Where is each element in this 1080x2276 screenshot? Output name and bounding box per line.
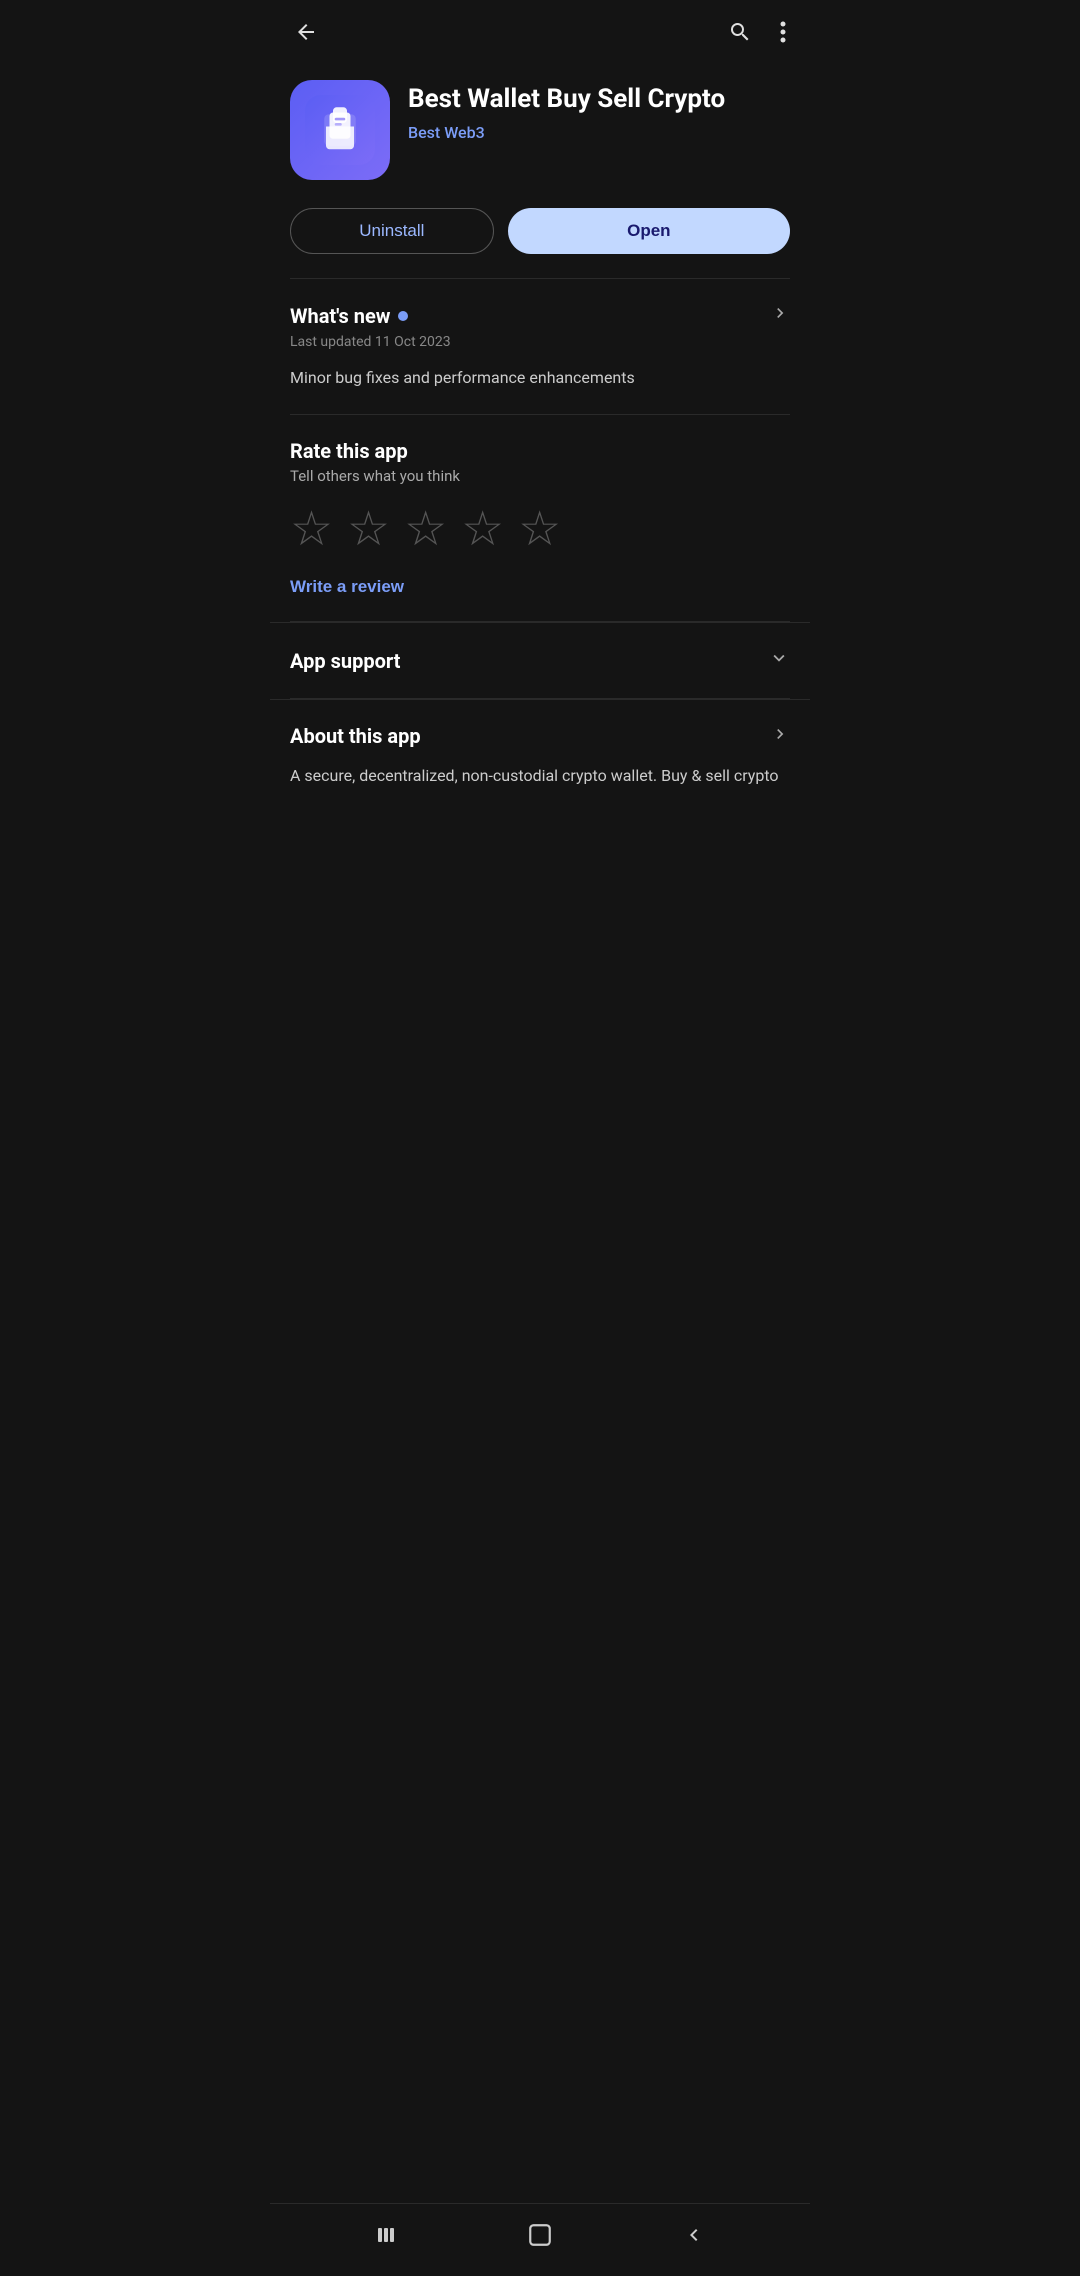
open-button[interactable]: Open: [508, 208, 790, 254]
star-3[interactable]: ☆: [404, 505, 447, 553]
rate-section: Rate this app Tell others what you think…: [270, 415, 810, 621]
back-button[interactable]: [290, 16, 322, 48]
bottom-nav: [270, 2203, 810, 2276]
support-title: App support: [290, 649, 400, 673]
whats-new-header: What's new: [290, 303, 790, 328]
search-button[interactable]: [724, 16, 756, 48]
top-bar-actions: [724, 16, 790, 48]
app-header: Best Wallet Buy Sell Crypto Best Web3: [270, 64, 810, 200]
about-arrow-icon[interactable]: [770, 724, 790, 748]
app-icon: [290, 80, 390, 180]
rate-subtitle: Tell others what you think: [290, 467, 790, 485]
about-header: About this app: [290, 724, 790, 748]
about-description: A secure, decentralized, non-custodial c…: [290, 764, 790, 788]
recent-apps-button[interactable]: [374, 2223, 398, 2247]
support-chevron-icon: [768, 647, 790, 674]
app-title: Best Wallet Buy Sell Crypto: [408, 84, 790, 115]
star-2[interactable]: ☆: [347, 505, 390, 553]
whats-new-date: Last updated 11 Oct 2023: [290, 334, 790, 350]
app-developer: Best Web3: [408, 123, 790, 142]
whats-new-title-row: What's new: [290, 304, 408, 328]
about-section: About this app A secure, decentralized, …: [270, 699, 810, 812]
whats-new-description: Minor bug fixes and performance enhancem…: [290, 366, 790, 390]
home-button[interactable]: [527, 2222, 553, 2248]
stars-row: ☆ ☆ ☆ ☆ ☆: [290, 505, 790, 553]
about-title: About this app: [290, 724, 421, 748]
more-options-button[interactable]: [776, 16, 790, 48]
star-1[interactable]: ☆: [290, 505, 333, 553]
app-info: Best Wallet Buy Sell Crypto Best Web3: [408, 80, 790, 142]
top-bar: [270, 0, 810, 64]
star-5[interactable]: ☆: [518, 505, 561, 553]
action-buttons: Uninstall Open: [270, 200, 810, 278]
new-indicator-dot: [398, 311, 408, 321]
uninstall-button[interactable]: Uninstall: [290, 208, 494, 254]
app-support-section[interactable]: App support: [270, 622, 810, 698]
back-nav-button[interactable]: [682, 2223, 706, 2247]
whats-new-section: What's new Last updated 11 Oct 2023 Mino…: [270, 279, 810, 414]
star-4[interactable]: ☆: [461, 505, 504, 553]
rate-title: Rate this app: [290, 439, 790, 463]
bottom-spacer: [270, 812, 810, 902]
whats-new-title: What's new: [290, 304, 390, 328]
write-review-button[interactable]: Write a review: [290, 577, 404, 597]
whats-new-arrow-icon[interactable]: [770, 303, 790, 328]
